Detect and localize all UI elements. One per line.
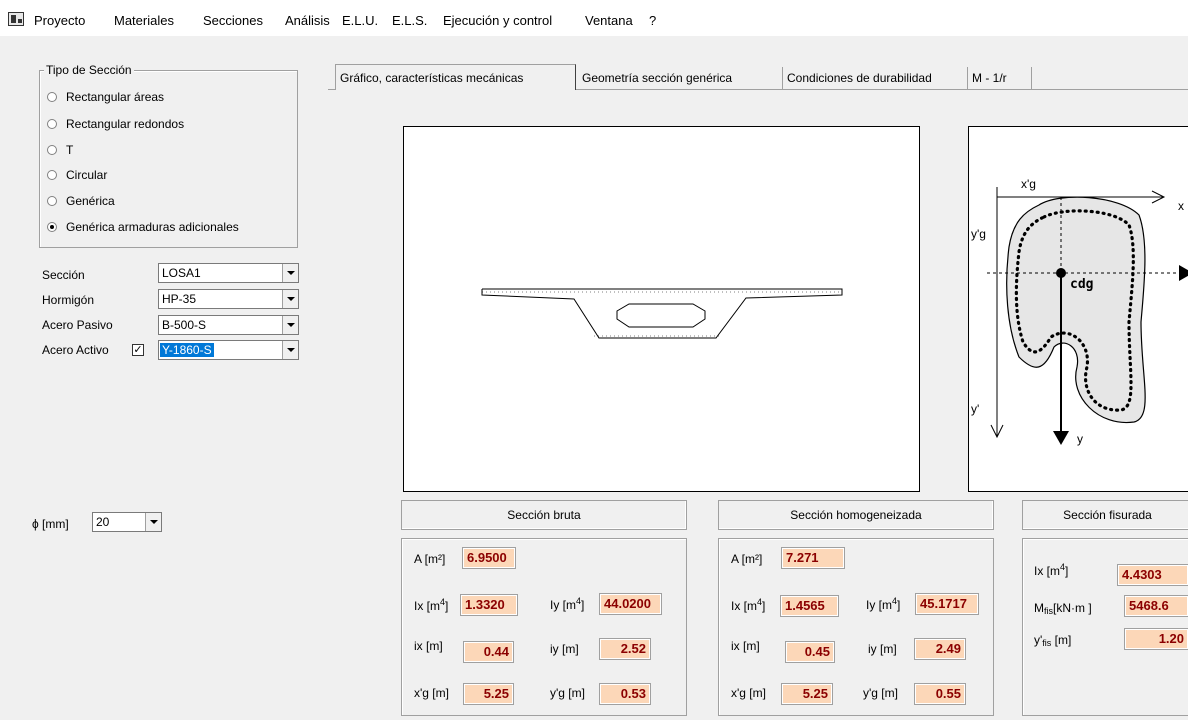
acero-activo-label: Acero Activo	[42, 343, 109, 357]
tab-m-1r[interactable]: M - 1/r	[968, 67, 1032, 89]
menu-els[interactable]: E.L.S.	[392, 13, 427, 28]
section-drawing-panel	[403, 126, 920, 492]
bruta-ix-radius-value: 0.44	[463, 641, 514, 663]
acero-activo-checkbox[interactable]: ✓	[132, 344, 144, 356]
hormigon-combo[interactable]: HP-35	[158, 289, 299, 309]
acero-pasivo-combo[interactable]: B-500-S	[158, 315, 299, 335]
homog-ix-radius-label: ix [m]	[731, 639, 760, 653]
homog-ix-radius-value: 0.45	[785, 641, 835, 663]
seccion-homogeneizada-header: Sección homogeneizada	[718, 500, 994, 530]
bruta-ix-label: Ix [m4]	[414, 597, 449, 613]
bruta-a-label: A [m²]	[414, 552, 446, 566]
tab-durabilidad[interactable]: Condiciones de durabilidad	[783, 67, 968, 89]
menu-ejecucion[interactable]: Ejecución y control	[443, 13, 552, 28]
y-prime-axis-label: y'	[971, 402, 980, 416]
homog-iy-radius-value: 2.49	[914, 638, 966, 660]
cdg-label: cdg	[1070, 277, 1094, 292]
fis-m-label: Mfis[kN·m ]	[1034, 601, 1092, 616]
bruta-iy-radius-label: iy [m]	[550, 642, 579, 656]
menu-proyecto[interactable]: Proyecto	[34, 13, 85, 28]
radio-t[interactable]: T	[47, 143, 73, 157]
bruta-yg-value: 0.53	[599, 683, 651, 705]
x-axis-label: x	[1178, 199, 1184, 213]
chevron-down-icon[interactable]	[145, 513, 161, 531]
menu-secciones[interactable]: Secciones	[203, 13, 263, 28]
radio-dot[interactable]	[47, 170, 57, 180]
homog-yg-label: y'g [m]	[863, 686, 898, 700]
bruta-iy-radius-value: 2.52	[599, 638, 651, 660]
bruta-ix-value: 1.3320	[460, 594, 518, 616]
fis-ix-label: Ix [m4]	[1034, 562, 1069, 578]
homog-iy-radius-label: iy [m]	[868, 642, 897, 656]
hormigon-label: Hormigón	[42, 293, 95, 307]
homog-a-value: 7.271	[781, 547, 845, 569]
tab-geometria[interactable]: Geometría sección genérica	[578, 67, 783, 89]
tipo-seccion-title: Tipo de Sección	[44, 63, 134, 77]
menu-help[interactable]: ?	[649, 13, 656, 28]
homog-ix-label: Ix [m4]	[731, 597, 766, 613]
radio-dot-selected[interactable]	[47, 222, 57, 232]
tab-grafico[interactable]: Gráfico, características mecánicas	[335, 64, 576, 90]
homog-yg-value: 0.55	[914, 683, 966, 705]
xg-axis-label: x'g	[1021, 177, 1036, 191]
radio-circular[interactable]: Circular	[47, 168, 107, 182]
radio-dot[interactable]	[47, 145, 57, 155]
bruta-xg-value: 5.25	[463, 683, 514, 705]
acero-activo-combo[interactable]: Y-1860-S	[158, 340, 299, 360]
radio-dot[interactable]	[47, 119, 57, 129]
radio-rectangular-redondos[interactable]: Rectangular redondos	[47, 117, 184, 131]
menu-ventana[interactable]: Ventana	[585, 13, 633, 28]
homog-xg-value: 5.25	[781, 683, 833, 705]
radio-dot[interactable]	[47, 196, 57, 206]
radio-rectangular-areas[interactable]: Rectangular áreas	[47, 90, 164, 104]
radio-generica-armaduras[interactable]: Genérica armaduras adicionales	[47, 220, 239, 234]
bruta-iy-value: 44.0200	[599, 593, 662, 615]
homog-xg-label: x'g [m]	[731, 686, 766, 700]
fis-y-value: 1.20	[1124, 628, 1188, 650]
phi-combo[interactable]: 20	[92, 512, 162, 532]
app-icon[interactable]	[8, 12, 24, 26]
bruta-iy-label: Iy [m4]	[550, 596, 585, 612]
radio-dot[interactable]	[47, 92, 57, 102]
chevron-down-icon[interactable]	[282, 316, 298, 334]
bruta-yg-label: y'g [m]	[550, 686, 585, 700]
menu-materiales[interactable]: Materiales	[114, 13, 174, 28]
chevron-down-icon[interactable]	[282, 341, 298, 359]
bruta-xg-label: x'g [m]	[414, 686, 449, 700]
chevron-down-icon[interactable]	[282, 264, 298, 282]
chevron-down-icon[interactable]	[282, 290, 298, 308]
phi-label: ϕ [mm]	[32, 517, 69, 531]
homog-a-label: A [m²]	[731, 552, 763, 566]
seccion-fisurada-header: Sección fisurada	[1022, 500, 1188, 530]
seccion-label: Sección	[42, 268, 85, 282]
seccion-bruta-header: Sección bruta	[401, 500, 687, 530]
menu-bar: Proyecto Materiales Secciones Análisis E…	[0, 0, 1188, 36]
menu-elu[interactable]: E.L.U.	[342, 13, 378, 28]
homog-iy-label: Iy [m4]	[866, 596, 901, 612]
acero-pasivo-label: Acero Pasivo	[42, 318, 113, 332]
y-axis-label: y	[1077, 432, 1083, 446]
radio-generica[interactable]: Genérica	[47, 194, 115, 208]
fis-y-label: y'fis [m]	[1034, 633, 1072, 648]
fis-m-value: 5468.6	[1124, 595, 1188, 617]
seccion-combo[interactable]: LOSA1	[158, 263, 299, 283]
menu-analisis[interactable]: Análisis	[285, 13, 330, 28]
bruta-ix-radius-label: ix [m]	[414, 639, 443, 653]
bruta-a-value: 6.9500	[462, 547, 516, 569]
axes-legend-panel: x'g y'g y' x y cdg	[968, 126, 1188, 492]
homog-iy-value: 45.1717	[915, 593, 979, 615]
cross-section-shape	[481, 288, 843, 339]
fis-ix-value: 4.4303	[1117, 564, 1188, 586]
homog-ix-value: 1.4565	[780, 595, 839, 617]
yg-axis-label: y'g	[971, 227, 986, 241]
